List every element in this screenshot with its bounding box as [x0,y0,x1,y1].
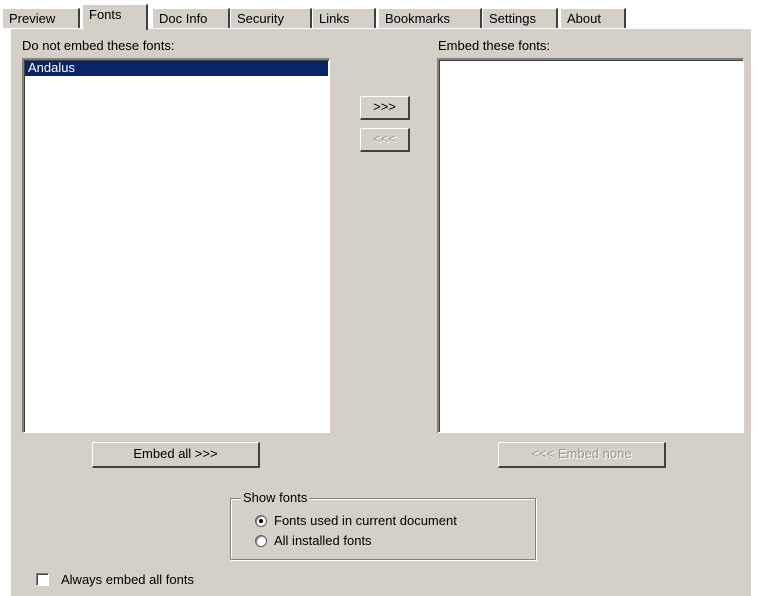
tab-about[interactable]: About [560,8,626,28]
tab-strip: Preview Fonts Doc Info Security Links Bo… [0,0,758,30]
tab-label: Links [319,11,350,26]
tab-bookmarks[interactable]: Bookmarks [378,8,482,28]
add-font-button[interactable]: >>> [360,96,410,120]
tab-label: About [567,11,601,26]
tab-label: Doc Info [159,11,208,26]
tab-fonts[interactable]: Fonts [82,4,148,30]
remove-font-button[interactable]: <<< [360,128,410,152]
tab-label: Bookmarks [385,11,451,26]
tab-settings[interactable]: Settings [482,8,558,28]
radio-button-checked[interactable] [255,514,267,527]
tab-label: Fonts [89,7,122,22]
embed-none-button[interactable]: <<< Embed none [498,442,666,468]
tab-doc-info[interactable]: Doc Info [152,8,230,28]
not-embedded-fonts-list[interactable]: Andalus [22,58,330,433]
show-fonts-title: Show fonts [241,490,310,505]
radio-fonts-used[interactable]: Fonts used in current document [255,513,457,528]
tab-security[interactable]: Security [230,8,312,28]
always-embed-checkbox[interactable] [36,573,49,586]
list-item[interactable]: Andalus [25,61,328,76]
radio-dot-icon [259,518,263,523]
tab-label: Settings [489,11,536,26]
embed-all-button[interactable]: Embed all >>> [92,442,260,468]
radio-button[interactable] [255,534,267,547]
tab-label: Security [237,11,284,26]
radio-label: All installed fonts [274,533,372,548]
always-embed-checkbox-row[interactable]: Always embed all fonts [36,572,194,587]
always-embed-label: Always embed all fonts [61,572,194,587]
left-list-label: Do not embed these fonts: [22,38,175,53]
radio-all-installed[interactable]: All installed fonts [255,533,372,548]
embedded-fonts-list[interactable] [437,58,744,433]
tab-label: Preview [9,11,56,26]
radio-label: Fonts used in current document [274,513,457,528]
tab-preview[interactable]: Preview [2,8,80,28]
show-fonts-group: Show fonts Fonts used in current documen… [230,490,536,560]
right-list-label: Embed these fonts: [438,38,551,53]
tab-links[interactable]: Links [312,8,376,28]
